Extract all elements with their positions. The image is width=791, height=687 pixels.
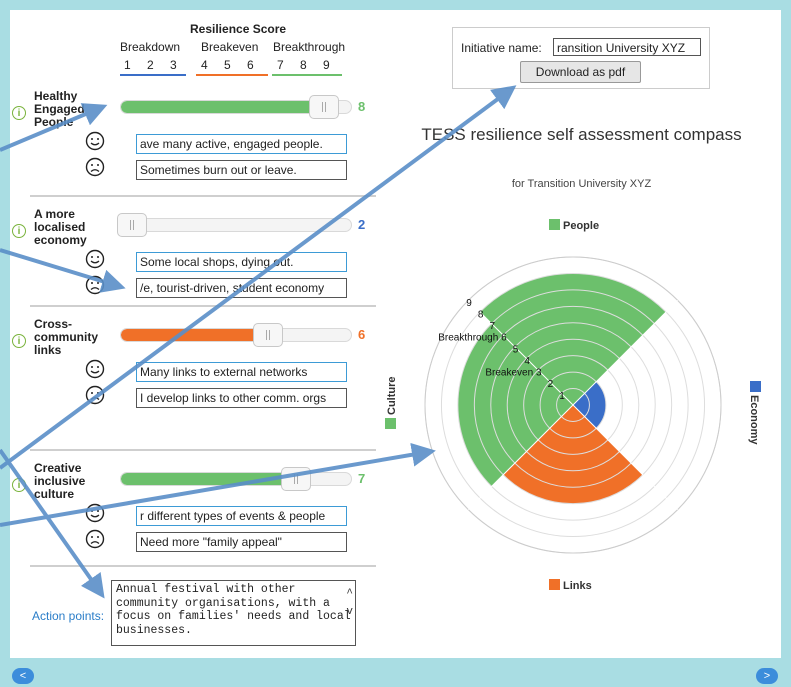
strength-input[interactable]: r different types of events & people (136, 506, 347, 526)
scale-number: 4 (201, 58, 208, 72)
score-value: 2 (358, 217, 366, 232)
action-points-label: Action points: (32, 609, 105, 623)
smile-icon (85, 249, 105, 269)
assessment-form: Resilience Score Breakdown Breakeven Bre… (10, 10, 382, 658)
scale-number: 6 (247, 58, 254, 72)
legend-label: People (563, 220, 599, 232)
frown-icon (85, 275, 105, 295)
scale-line-breakdown (120, 74, 186, 76)
section-title: Cross-community links (34, 317, 99, 357)
section-title: Healthy Engaged People (34, 89, 85, 129)
info-icon[interactable]: i (12, 478, 26, 492)
compass-panel: Initiative name: ransition University XY… (382, 10, 781, 658)
legend-swatch (549, 219, 560, 230)
weakness-input[interactable]: I develop links to other comm. orgs (136, 388, 347, 408)
weakness-input[interactable]: Sometimes burn out or leave. (136, 160, 347, 180)
score-slider[interactable] (120, 218, 352, 232)
ring-label: Breakeven 3 (485, 368, 542, 379)
ring-label: 7 (489, 321, 495, 332)
ring-label: 8 (478, 309, 484, 320)
prev-button[interactable]: < (12, 668, 34, 684)
legend-culture: Culture (385, 377, 398, 429)
ring-label: 1 (559, 391, 565, 402)
frown-icon (85, 529, 105, 549)
strength-input[interactable]: Many links to external networks (136, 362, 347, 382)
scale-breakeven: Breakeven (201, 40, 259, 54)
score-slider[interactable] (120, 472, 352, 486)
score-slider[interactable] (120, 328, 352, 342)
scale-line-breakeven (196, 74, 268, 76)
initiative-label: Initiative name: (461, 41, 542, 55)
initiative-box: Initiative name: ransition University XY… (452, 27, 710, 89)
legend-label: Culture (386, 377, 398, 416)
slider-thumb[interactable] (116, 213, 147, 237)
score-value: 6 (358, 327, 366, 342)
action-points-textarea[interactable]: Annual festival with other community org… (111, 580, 356, 646)
divider (30, 449, 376, 451)
legend-links: Links (549, 579, 592, 592)
strength-input[interactable]: Some local shops, dying out. (136, 252, 347, 272)
section-title: A more localised economy (34, 207, 87, 247)
ring-label: 5 (513, 344, 519, 355)
slider-fill (121, 329, 269, 341)
scale-number: 2 (147, 58, 154, 72)
section-title: Creative inclusive culture (34, 461, 86, 501)
slider-thumb[interactable] (253, 323, 284, 347)
main-panel: Resilience Score Breakdown Breakeven Bre… (10, 10, 781, 658)
scale-number: 5 (224, 58, 231, 72)
compass-chart: 12 Breakeven 345 Breakthrough 6789 People Ec… (385, 219, 761, 592)
info-icon[interactable]: i (12, 106, 26, 120)
legend-label: Links (563, 580, 592, 592)
legend-label: Economy (748, 395, 760, 445)
frown-icon (85, 385, 105, 405)
scale-number: 9 (323, 58, 330, 72)
weakness-input[interactable]: /e, tourist-driven, student economy (136, 278, 347, 298)
slider-fill (121, 473, 296, 485)
chart-subtitle: for Transition University XYZ (511, 178, 652, 190)
scale-number: 3 (170, 58, 177, 72)
scale-number: 8 (300, 58, 307, 72)
smile-icon (85, 131, 105, 151)
divider (30, 565, 376, 567)
legend-swatch (385, 418, 396, 429)
score-value: 8 (358, 99, 366, 114)
legend-people: People (549, 219, 599, 232)
smile-icon (85, 503, 105, 523)
scale-breakdown: Breakdown (120, 40, 181, 54)
chart-title: TESS resilience self assessment compass (421, 125, 742, 144)
scroll-arrows[interactable]: ^ v (346, 585, 353, 621)
scale-number: 1 (124, 58, 131, 72)
smile-icon (85, 359, 105, 379)
legend-economy: Economy (748, 381, 761, 445)
slider-fill (121, 101, 324, 113)
weakness-input[interactable]: Need more "family appeal" (136, 532, 347, 552)
info-icon[interactable]: i (12, 334, 26, 348)
slider-thumb[interactable] (281, 467, 312, 491)
divider (30, 305, 376, 307)
legend-swatch (750, 381, 761, 392)
frown-icon (85, 157, 105, 177)
ring-label: 9 (466, 298, 472, 309)
action-points-text: Annual festival with other community org… (116, 583, 351, 637)
score-value: 7 (358, 471, 366, 486)
ring-label: Breakthrough 6 (438, 333, 507, 344)
scale-title: Resilience Score (190, 22, 287, 36)
ring-label: 4 (524, 356, 530, 367)
scale-number: 7 (277, 58, 284, 72)
initiative-name-input[interactable]: ransition University XYZ (553, 38, 701, 56)
ring-label: 2 (548, 379, 554, 390)
scale-breakthrough: Breakthrough (273, 40, 346, 54)
info-icon[interactable]: i (12, 224, 26, 238)
scale-line-breakthrough (272, 74, 342, 76)
download-pdf-button[interactable]: Download as pdf (520, 61, 641, 83)
divider (30, 195, 376, 197)
next-button[interactable]: > (756, 668, 778, 684)
legend-swatch (549, 579, 560, 590)
strength-input[interactable]: ave many active, engaged people. (136, 134, 347, 154)
slider-thumb[interactable] (309, 95, 340, 119)
